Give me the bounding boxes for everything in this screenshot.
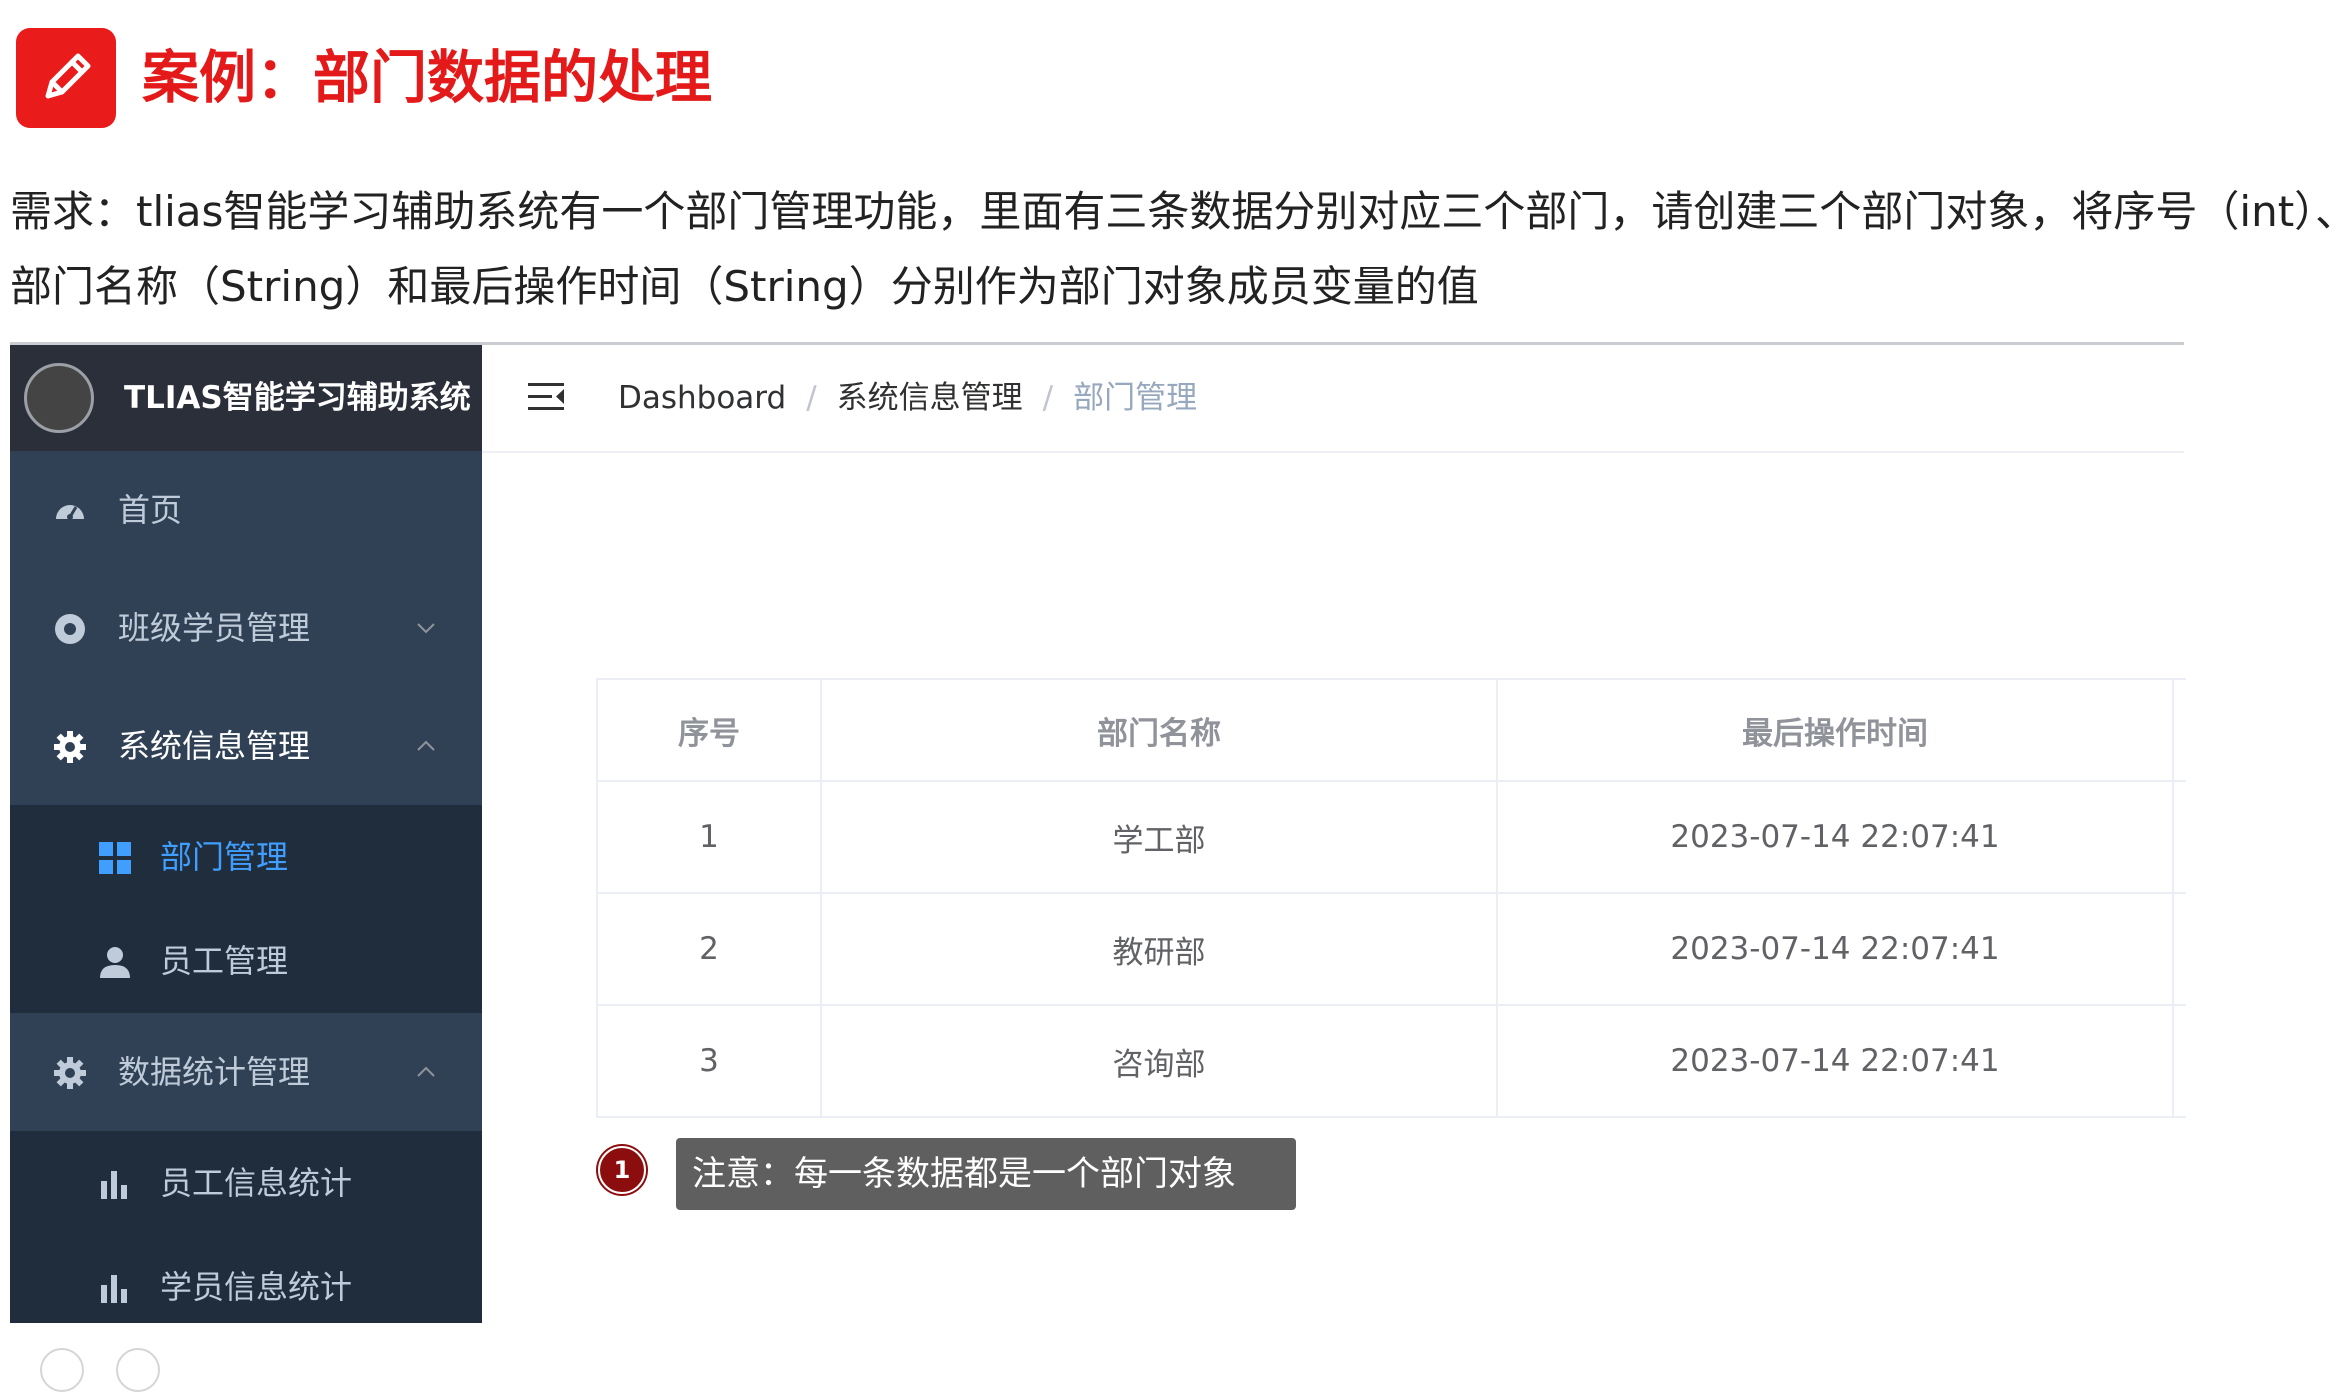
logo-icon — [24, 363, 94, 433]
breadcrumb-separator: / — [806, 380, 817, 416]
table-row: 1 学工部 2023-07-14 22:07:41 — [598, 782, 2186, 894]
breadcrumb-current: 部门管理 — [1073, 380, 1198, 416]
requirement-line-1: 需求：tlias智能学习辅助系统有一个部门管理功能，里面有三条数据分别对应三个部… — [10, 187, 2340, 236]
breadcrumb-system-info[interactable]: 系统信息管理 — [837, 380, 1023, 416]
user-icon — [100, 947, 130, 978]
table-cell: 2 — [598, 894, 822, 1004]
chevron-down-icon — [417, 623, 435, 634]
submenu-system-info: 部门管理 员工管理 — [10, 805, 482, 1013]
table-cell: 2023-07-14 22:07:41 — [1498, 1006, 2174, 1116]
pencil-icon — [45, 53, 91, 99]
menu-label-student-stats: 学员信息统计 — [160, 1268, 353, 1306]
gear-icon — [54, 731, 86, 763]
table-cell: 2023-07-14 22:07:41 — [1498, 894, 2174, 1004]
dept-table: 序号 部门名称 最后操作时间 1 学工部 2023-07-14 22:07:41… — [596, 678, 2186, 1118]
table-cell: 2023-07-14 22:07:41 — [1498, 782, 2174, 892]
chevron-up-icon — [417, 740, 435, 751]
bar-chart-icon — [101, 1171, 127, 1199]
logo-text: TLIAS智能学习辅助系统 — [124, 380, 471, 416]
menu-item-home[interactable]: 首页 — [10, 451, 482, 569]
breadcrumb-separator: / — [1042, 380, 1054, 416]
menu-item-dept-manage[interactable]: 部门管理 — [10, 805, 482, 909]
table-cell: 学工部 — [822, 782, 1498, 892]
menu-label-class-student: 班级学员管理 — [118, 609, 311, 647]
submenu-data-stats: 员工信息统计 学员信息统计 — [10, 1131, 482, 1323]
menu-item-system-info[interactable]: 系统信息管理 — [10, 687, 482, 805]
requirement-text: 需求：tlias智能学习辅助系统有一个部门管理功能，里面有三条数据分别对应三个部… — [10, 174, 2340, 324]
breadcrumb-dashboard[interactable]: Dashboard — [618, 380, 786, 416]
table-header-cell: 部门名称 — [822, 680, 1498, 780]
logo-bar: TLIAS智能学习辅助系统 — [10, 345, 482, 451]
gear-icon — [54, 1057, 86, 1089]
menu-label-system-info: 系统信息管理 — [118, 727, 311, 765]
menu-item-data-stats[interactable]: 数据统计管理 — [10, 1013, 482, 1131]
table-header-cell: 序号 — [598, 680, 822, 780]
table-header-cell: 最后操作时间 — [1498, 680, 2174, 780]
bar-chart-icon — [101, 1275, 127, 1303]
table-row: 3 咨询部 2023-07-14 22:07:41 — [598, 1006, 2186, 1118]
note-callout: 注意：每一条数据都是一个部门对象 — [676, 1138, 1296, 1210]
dashboard-icon — [56, 505, 84, 520]
top-navbar: Dashboard / 系统信息管理 / 部门管理 — [482, 345, 2184, 453]
sidebar: TLIAS智能学习辅助系统 首页 班级学员管理 系统信息管理 部门管理 员工管理… — [10, 345, 482, 1323]
pencil-badge — [16, 28, 116, 128]
table-cell: 1 — [598, 782, 822, 892]
menu-label-dept-manage: 部门管理 — [160, 838, 289, 876]
table-row: 2 教研部 2023-07-14 22:07:41 — [598, 894, 2186, 1006]
menu-label-home: 首页 — [118, 491, 183, 529]
chevron-up-icon — [417, 1066, 435, 1077]
menu-toggle-icon[interactable] — [526, 379, 566, 415]
requirement-line-2: 部门名称（String）和最后操作时间（String）分别作为部门对象成员变量的… — [10, 262, 1479, 311]
note-number-badge: 1 — [598, 1146, 646, 1194]
menu-item-employee-stats[interactable]: 员工信息统计 — [10, 1131, 482, 1235]
menu-label-data-stats: 数据统计管理 — [118, 1053, 311, 1091]
lifebuoy-icon — [55, 614, 85, 644]
toolbar-circle-icon[interactable] — [40, 1348, 84, 1392]
menu-item-student-stats[interactable]: 学员信息统计 — [10, 1235, 482, 1323]
table-cell: 教研部 — [822, 894, 1498, 1004]
menu-label-employee-manage: 员工管理 — [160, 942, 289, 980]
table-cell: 咨询部 — [822, 1006, 1498, 1116]
grid-icon — [99, 842, 131, 874]
menu-label-employee-stats: 员工信息统计 — [160, 1164, 353, 1202]
toolbar-circle-icon[interactable] — [116, 1348, 160, 1392]
menu-item-class-student[interactable]: 班级学员管理 — [10, 569, 482, 687]
menu-item-employee-manage[interactable]: 员工管理 — [10, 909, 482, 1013]
table-cell: 3 — [598, 1006, 822, 1116]
breadcrumb: Dashboard / 系统信息管理 / 部门管理 — [618, 345, 1197, 451]
table-header-row: 序号 部门名称 最后操作时间 — [598, 680, 2186, 782]
slide-title: 案例：部门数据的处理 — [142, 45, 712, 111]
